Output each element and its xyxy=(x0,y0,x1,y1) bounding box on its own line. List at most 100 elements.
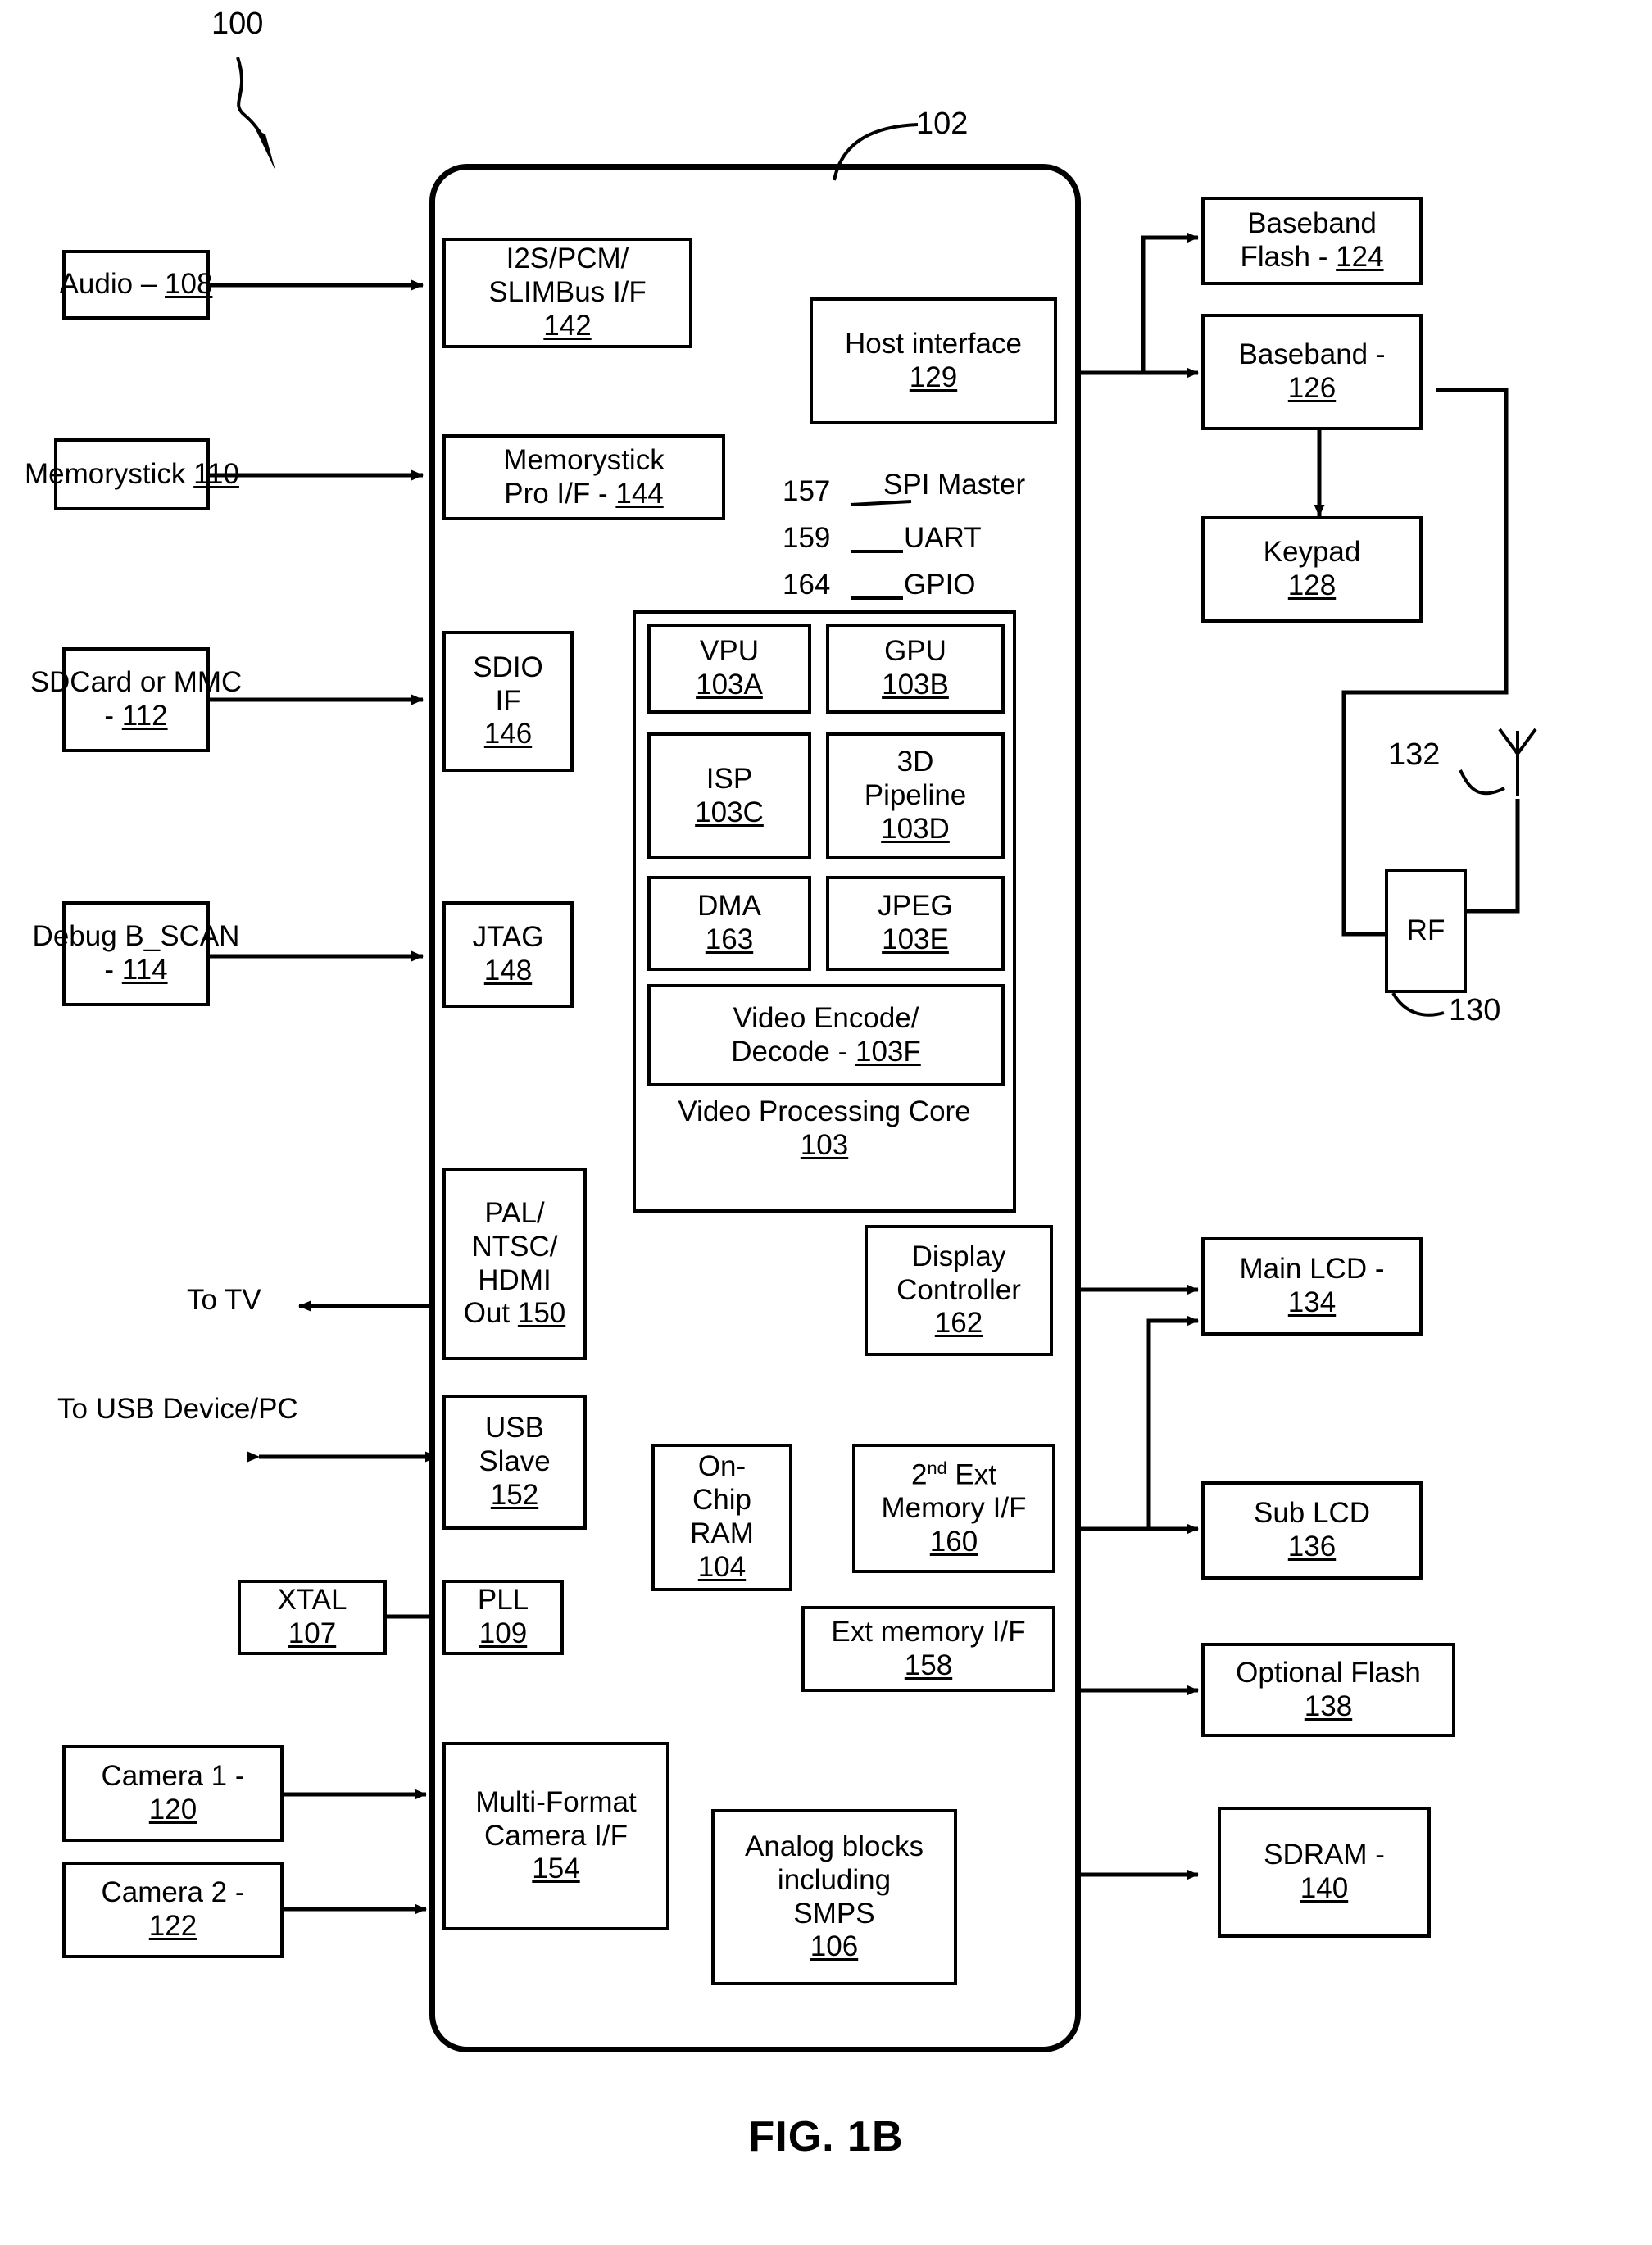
dma-label: DMA xyxy=(697,890,761,923)
ref-label-132: 132 xyxy=(1388,737,1441,772)
analog-blocks-smps-block: Analog blocks including SMPS 106 xyxy=(711,1809,957,1985)
mainlcd-ref: 134 xyxy=(1287,1286,1337,1318)
vpc-title: Video Processing Core xyxy=(678,1095,971,1127)
isp-block: ISP 103C xyxy=(647,732,811,859)
pal-ref: 150 xyxy=(517,1297,566,1330)
pll-ref: 109 xyxy=(479,1617,528,1649)
keypad-ref: 128 xyxy=(1287,569,1337,601)
camif-ref: 154 xyxy=(532,1853,580,1885)
memorystick-block: Memorystick 110 xyxy=(25,438,239,510)
camera1-ref: 120 xyxy=(148,1794,197,1825)
extmem-line1: Ext memory I/F xyxy=(831,1615,1026,1648)
audio-ref: 108 xyxy=(165,268,213,301)
debug-ref: 114 xyxy=(121,954,168,986)
bbflash-line1: Baseband xyxy=(1247,207,1377,240)
ext2-line2: Memory I/F xyxy=(881,1492,1027,1525)
gpu-block: GPU 103B xyxy=(826,624,1005,714)
optflash-line1: Optional Flash xyxy=(1236,1656,1421,1689)
video-processing-core-block: VPU 103A GPU 103B ISP 103C 3D Pipeline 1… xyxy=(633,610,1016,1213)
analog-line2: including xyxy=(777,1863,892,1896)
legend-num-159: 159 xyxy=(783,522,831,554)
codec-ref: 103F xyxy=(855,1035,921,1068)
pll-label: PLL xyxy=(477,1584,529,1617)
vpu-block: VPU 103A xyxy=(647,624,811,714)
baseband-block: Baseband - 126 xyxy=(1201,314,1423,430)
jpeg-ref: 103E xyxy=(882,923,949,955)
main-lcd-block: Main LCD - 134 xyxy=(1201,1237,1423,1336)
legend-leader-lines xyxy=(850,500,912,600)
pipeline-ref: 103D xyxy=(881,812,950,845)
mainlcd-line1: Main LCD - xyxy=(1239,1253,1385,1286)
audio-block: Audio – 108 xyxy=(59,250,213,320)
ref-label-100: 100 xyxy=(211,7,264,41)
isp-ref: 103C xyxy=(695,796,764,828)
pll-block: PLL 109 xyxy=(442,1580,564,1655)
ref-100-leader xyxy=(236,57,275,170)
legend-num-164: 164 xyxy=(783,569,831,601)
host-interface-block: Host interface 129 xyxy=(810,297,1057,424)
audio-label: Audio – xyxy=(59,268,166,301)
ram-line3: RAM xyxy=(690,1517,754,1549)
optional-flash-block: Optional Flash 138 xyxy=(1201,1643,1455,1737)
analog-line1: Analog blocks xyxy=(745,1830,924,1862)
hostif-label: Host interface xyxy=(845,327,1022,360)
legend-num-157: 157 xyxy=(783,475,831,507)
vpc-title-area: Video Processing Core 103 xyxy=(636,1095,1013,1163)
multi-format-camera-if-block: Multi-Format Camera I/F 154 xyxy=(442,1742,669,1930)
dispctrl-line1: Display xyxy=(911,1240,1006,1272)
ram-line2: Chip xyxy=(692,1484,751,1517)
isp-label: ISP xyxy=(706,762,753,795)
keypad-block: Keypad 128 xyxy=(1201,516,1423,623)
xtal-label: XTAL xyxy=(277,1584,347,1617)
pal-line1: PAL/ xyxy=(484,1196,545,1229)
ref-label-102: 102 xyxy=(916,107,969,141)
xtal-ref: 107 xyxy=(288,1617,337,1649)
antenna-icon xyxy=(1498,728,1537,796)
sdio-line2: IF xyxy=(495,684,521,717)
analog-line3: SMPS xyxy=(793,1897,875,1930)
analog-ref: 106 xyxy=(810,1930,859,1963)
baseband-line1: Baseband - xyxy=(1238,338,1386,371)
on-chip-ram-block: On- Chip RAM 104 xyxy=(651,1444,792,1591)
ext2-sup: nd xyxy=(927,1457,947,1478)
jtag-ref: 148 xyxy=(483,955,533,986)
gpu-ref: 103B xyxy=(882,669,949,701)
optflash-ref: 138 xyxy=(1304,1689,1353,1722)
rf-label: RF xyxy=(1406,914,1446,946)
mspro-line1: Memorystick xyxy=(503,443,665,476)
sdcard-label: SDCard or MMC xyxy=(30,666,243,699)
xtal-block: XTAL 107 xyxy=(238,1580,387,1655)
pal-line3: HDMI xyxy=(478,1263,551,1296)
extmem-ref: 158 xyxy=(904,1649,953,1681)
mspro-line2: Pro I/F - xyxy=(504,477,616,510)
display-controller-block: Display Controller 162 xyxy=(865,1225,1053,1356)
i2s-ref: 142 xyxy=(543,309,592,342)
camif-line2: Camera I/F xyxy=(483,1819,629,1852)
codec-line1: Video Encode/ xyxy=(733,1001,919,1034)
camera-1-block: Camera 1 - 120 xyxy=(62,1745,284,1842)
vpu-label: VPU xyxy=(700,635,759,668)
usb-slave-block: USB Slave 152 xyxy=(442,1395,587,1530)
jpeg-label: JPEG xyxy=(878,890,953,923)
baseband-ref: 126 xyxy=(1287,372,1337,404)
camera1-label: Camera 1 - xyxy=(101,1760,245,1793)
sdio-line1: SDIO xyxy=(473,651,543,683)
jtag-label: JTAG xyxy=(472,921,544,954)
usb-line2: Slave xyxy=(479,1445,551,1478)
sublcd-line1: Sub LCD xyxy=(1253,1497,1371,1530)
memorystick-label: Memorystick xyxy=(25,457,194,490)
ram-line1: On- xyxy=(697,1450,747,1483)
bbflash-line2: Flash - xyxy=(1240,241,1337,273)
3d-pipeline-block: 3D Pipeline 103D xyxy=(826,732,1005,859)
dispctrl-line2: Controller xyxy=(896,1273,1021,1306)
patent-figure-1b: 100 102 Audio – 108 Memorystick 110 SDCa… xyxy=(0,0,1652,2245)
second-ext-memory-if-block: 2nd Ext Memory I/F 160 xyxy=(852,1444,1055,1573)
sdcard-dash: - xyxy=(104,700,122,732)
usb-ref: 152 xyxy=(490,1478,539,1511)
memorystick-pro-if-block: Memorystick Pro I/F - 144 xyxy=(442,434,725,520)
sub-lcd-block: Sub LCD 136 xyxy=(1201,1481,1423,1580)
ref-label-130: 130 xyxy=(1449,993,1501,1027)
dma-block: DMA 163 xyxy=(647,876,811,971)
sdcard-mmc-block: SDCard or MMC - 112 xyxy=(30,647,242,752)
vpc-ref: 103 xyxy=(800,1128,849,1161)
